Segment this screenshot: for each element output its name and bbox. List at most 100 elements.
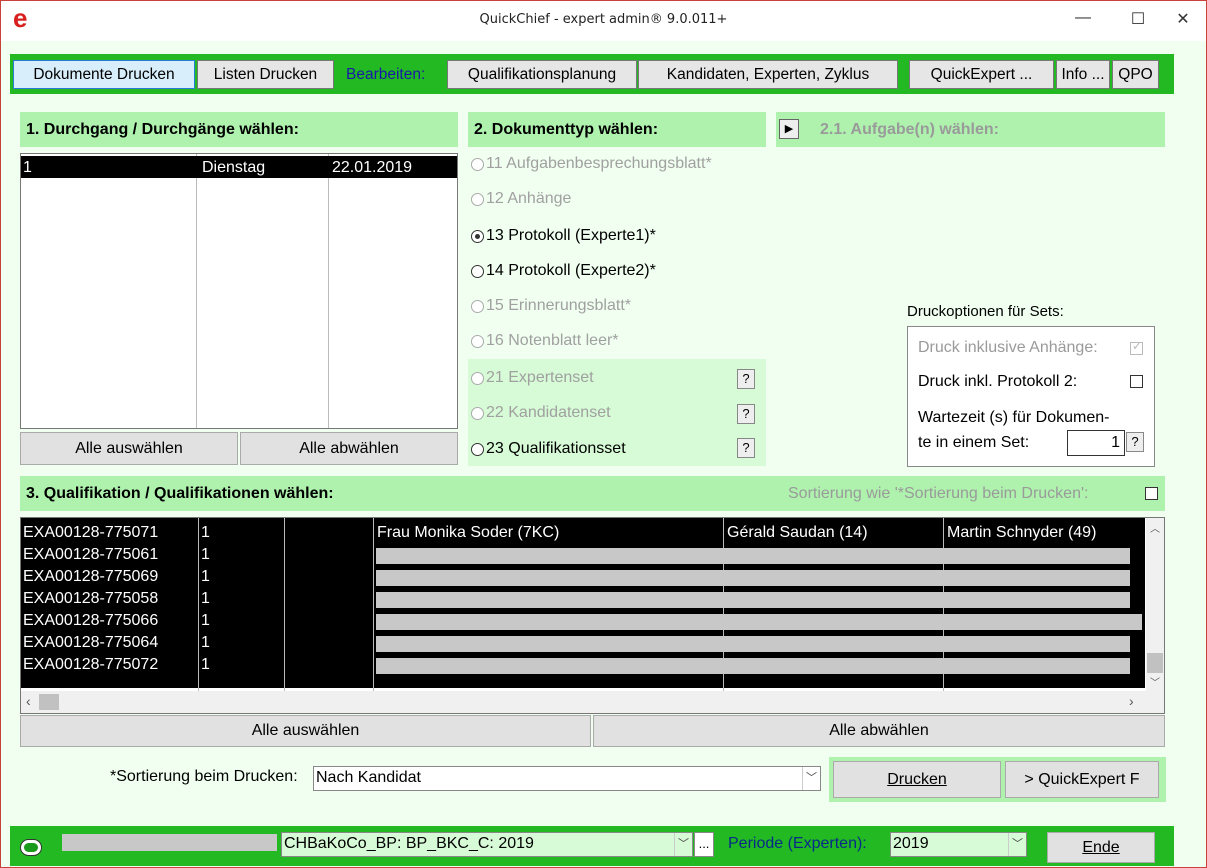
durchgang-day: Dienstag: [202, 159, 266, 176]
alle-auswaehlen-button[interactable]: Alle auswählen: [20, 432, 238, 465]
section21-title: 2.1. Aufgabe(n) wählen:: [820, 121, 999, 138]
maximize-icon[interactable]: ☐: [1118, 9, 1158, 33]
redacted-block: [376, 548, 1130, 564]
scroll-down-icon[interactable]: ﹀: [1150, 674, 1160, 689]
quickexpert-button[interactable]: QuickExpert ...: [909, 60, 1054, 89]
scroll-thumb[interactable]: [1147, 653, 1163, 673]
qual-name: Frau Monika Soder (7KC): [377, 524, 560, 541]
vertical-scrollbar[interactable]: ︿ ﹀: [1146, 518, 1164, 691]
wartezeit-input[interactable]: 1: [1067, 430, 1125, 456]
qual-id: EXA00128-775064: [23, 634, 159, 651]
scroll-thumb[interactable]: [39, 694, 59, 710]
radio-icon: [471, 264, 484, 278]
doctype-12-radio[interactable]: 12 Anhänge: [471, 190, 571, 208]
durchgang-number: 1: [23, 159, 32, 176]
app-window: e QuickChief - expert admin® 9.0.011+ — …: [0, 0, 1207, 868]
qual-id: EXA00128-775072: [23, 656, 159, 673]
doctype-22-radio[interactable]: 22 Kandidatenset: [471, 404, 611, 422]
doctype-14-radio[interactable]: 14 Protokoll (Experte2)*: [471, 262, 656, 280]
table-row[interactable]: EXA00128-775072 1: [21, 654, 1145, 676]
durchgang-list[interactable]: 1 Dienstag 22.01.2019: [20, 153, 458, 429]
radio-label: 14 Protokoll (Experte2)*: [486, 262, 656, 279]
sortierung-value: Nach Kandidat: [316, 769, 421, 786]
radio-label: 22 Kandidatenset: [486, 404, 611, 421]
qual-n: 1: [201, 524, 210, 541]
doctype-15-radio[interactable]: 15 Erinnerungsblatt*: [471, 297, 631, 315]
minimize-icon[interactable]: —: [1063, 9, 1103, 33]
periode-label: Periode (Experten):: [728, 835, 867, 852]
kandidaten-experten-zyklus-button[interactable]: Kandidaten, Experten, Zyklus: [638, 60, 898, 89]
doctype-13-radio[interactable]: 13 Protokoll (Experte1)*: [471, 227, 656, 245]
profile-select[interactable]: CHBaKoCo_BP: BP_BKC_C: 2019 ﹀: [281, 832, 693, 857]
scroll-up-icon[interactable]: ︿: [1150, 520, 1160, 535]
doctype-11-radio[interactable]: 11 Aufgabenbesprechungsblatt*: [471, 155, 712, 173]
radio-icon: [471, 442, 484, 456]
sort-wie-checkbox[interactable]: [1145, 487, 1158, 500]
table-row[interactable]: EXA00128-775071 1 Frau Monika Soder (7KC…: [21, 522, 1145, 544]
redacted-block: [376, 658, 1130, 674]
redacted-block: [376, 570, 1130, 586]
horizontal-scrollbar[interactable]: ‹ ›: [21, 691, 1164, 713]
section2-header: 2. Dokumenttyp wählen:: [468, 112, 766, 147]
expand-arrow-icon[interactable]: ▶: [779, 119, 799, 139]
qual-id: EXA00128-775066: [23, 612, 159, 629]
quickexpert-f-button[interactable]: > QuickExpert F: [1005, 761, 1159, 798]
sortierung-select[interactable]: Nach Kandidat ﹀: [313, 766, 821, 791]
qpo-button[interactable]: QPO: [1112, 60, 1159, 89]
section3-title: 3. Qualifikation / Qualifikationen wähle…: [26, 485, 334, 502]
section3-header: 3. Qualifikation / Qualifikationen wähle…: [20, 476, 1165, 511]
redacted-block: [62, 834, 277, 851]
qualifikationsplanung-button[interactable]: Qualifikationsplanung: [447, 60, 637, 89]
listen-drucken-button[interactable]: Listen Drucken: [197, 60, 334, 89]
window-title: QuickChief - expert admin® 9.0.011+: [479, 12, 728, 27]
dokumente-drucken-button[interactable]: Dokumente Drucken: [13, 60, 195, 89]
qual-alle-abwaehlen-button[interactable]: Alle abwählen: [593, 715, 1165, 747]
redacted-block: [376, 614, 1142, 630]
radio-icon: [471, 229, 484, 243]
doctype-16-radio[interactable]: 16 Notenblatt leer*: [471, 332, 619, 350]
section21-header: ▶ 2.1. Aufgabe(n) wählen:: [776, 112, 1165, 147]
table-row[interactable]: EXA00128-775061 1: [21, 544, 1145, 566]
table-row[interactable]: EXA00128-775058 1: [21, 588, 1145, 610]
redacted-block: [376, 636, 1130, 652]
help-wartezeit-button[interactable]: ?: [1126, 432, 1144, 452]
chat-icon[interactable]: [20, 839, 42, 856]
help-qualifikationsset-button[interactable]: ?: [737, 438, 755, 458]
scroll-left-icon[interactable]: ‹: [26, 693, 31, 709]
qual-expert1: Gérald Saudan (14): [727, 524, 868, 541]
radio-label: 16 Notenblatt leer*: [486, 332, 619, 349]
help-kandidatenset-button[interactable]: ?: [737, 404, 755, 424]
list-item[interactable]: 1 Dienstag 22.01.2019: [21, 156, 457, 178]
doctype-23-radio[interactable]: 23 Qualifikationsset: [471, 440, 626, 458]
info-button[interactable]: Info ...: [1056, 60, 1110, 89]
qualifikation-list[interactable]: EXA00128-775071 1 Frau Monika Soder (7KC…: [20, 517, 1165, 714]
qual-id: EXA00128-775069: [23, 568, 159, 585]
alle-abwaehlen-button[interactable]: Alle abwählen: [240, 432, 458, 465]
doctype-21-radio[interactable]: 21 Expertenset: [471, 369, 594, 387]
radio-label: 23 Qualifikationsset: [486, 440, 626, 457]
qual-n: 1: [201, 590, 210, 607]
durchgang-date: 22.01.2019: [332, 159, 413, 176]
inkl-anhaenge-checkbox[interactable]: ✓: [1130, 339, 1143, 355]
table-row[interactable]: EXA00128-775069 1: [21, 566, 1145, 588]
table-row[interactable]: EXA00128-775066 1: [21, 610, 1145, 632]
sort-wie-label: Sortierung wie '*Sortierung beim Drucken…: [788, 485, 1089, 502]
inkl-protokoll2-checkbox[interactable]: [1130, 375, 1143, 388]
help-expertenset-button[interactable]: ?: [737, 369, 755, 389]
qual-expert2: Martin Schnyder (49): [947, 524, 1097, 541]
main-toolbar: Dokumente Drucken Listen Drucken Bearbei…: [10, 54, 1174, 94]
radio-icon: [471, 192, 484, 206]
qual-alle-auswaehlen-button[interactable]: Alle auswählen: [20, 715, 591, 747]
profile-more-button[interactable]: ...: [694, 832, 714, 857]
wartezeit-label-1: Wartezeit (s) für Dokumen-: [918, 409, 1110, 426]
periode-select[interactable]: 2019 ﹀: [890, 832, 1027, 857]
scroll-right-icon[interactable]: ›: [1129, 693, 1134, 709]
close-icon[interactable]: ✕: [1163, 9, 1203, 33]
inkl-anhaenge-label: Druck inklusive Anhänge:: [918, 339, 1098, 356]
section1-header: 1. Durchgang / Durchgänge wählen:: [20, 112, 458, 147]
ende-button[interactable]: Ende: [1047, 832, 1155, 863]
status-bar: CHBaKoCo_BP: BP_BKC_C: 2019 ﹀ ... Period…: [10, 826, 1174, 866]
drucken-button[interactable]: Drucken: [833, 761, 1001, 798]
table-row[interactable]: EXA00128-775064 1: [21, 632, 1145, 654]
qual-id: EXA00128-775071: [23, 524, 159, 541]
